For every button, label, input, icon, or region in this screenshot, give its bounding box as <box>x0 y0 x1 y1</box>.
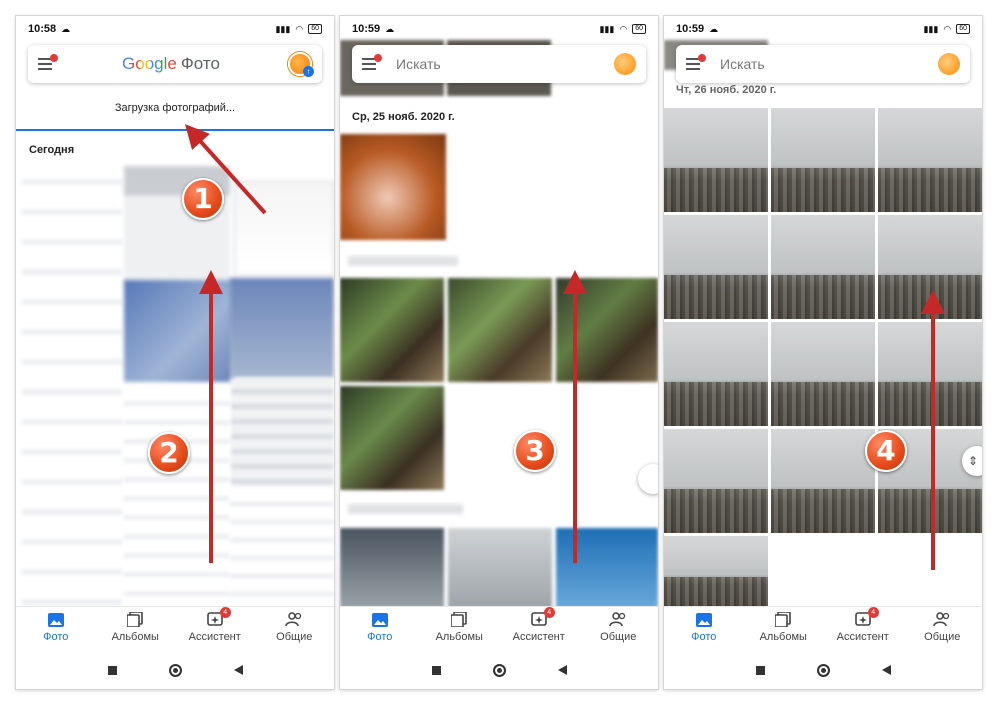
step-marker-3: 3 <box>514 430 556 472</box>
step-marker-1: 1 <box>182 178 224 220</box>
annotation-arrows <box>184 124 945 570</box>
step-marker-2: 2 <box>148 432 190 474</box>
step-marker-4: 4 <box>865 430 907 472</box>
